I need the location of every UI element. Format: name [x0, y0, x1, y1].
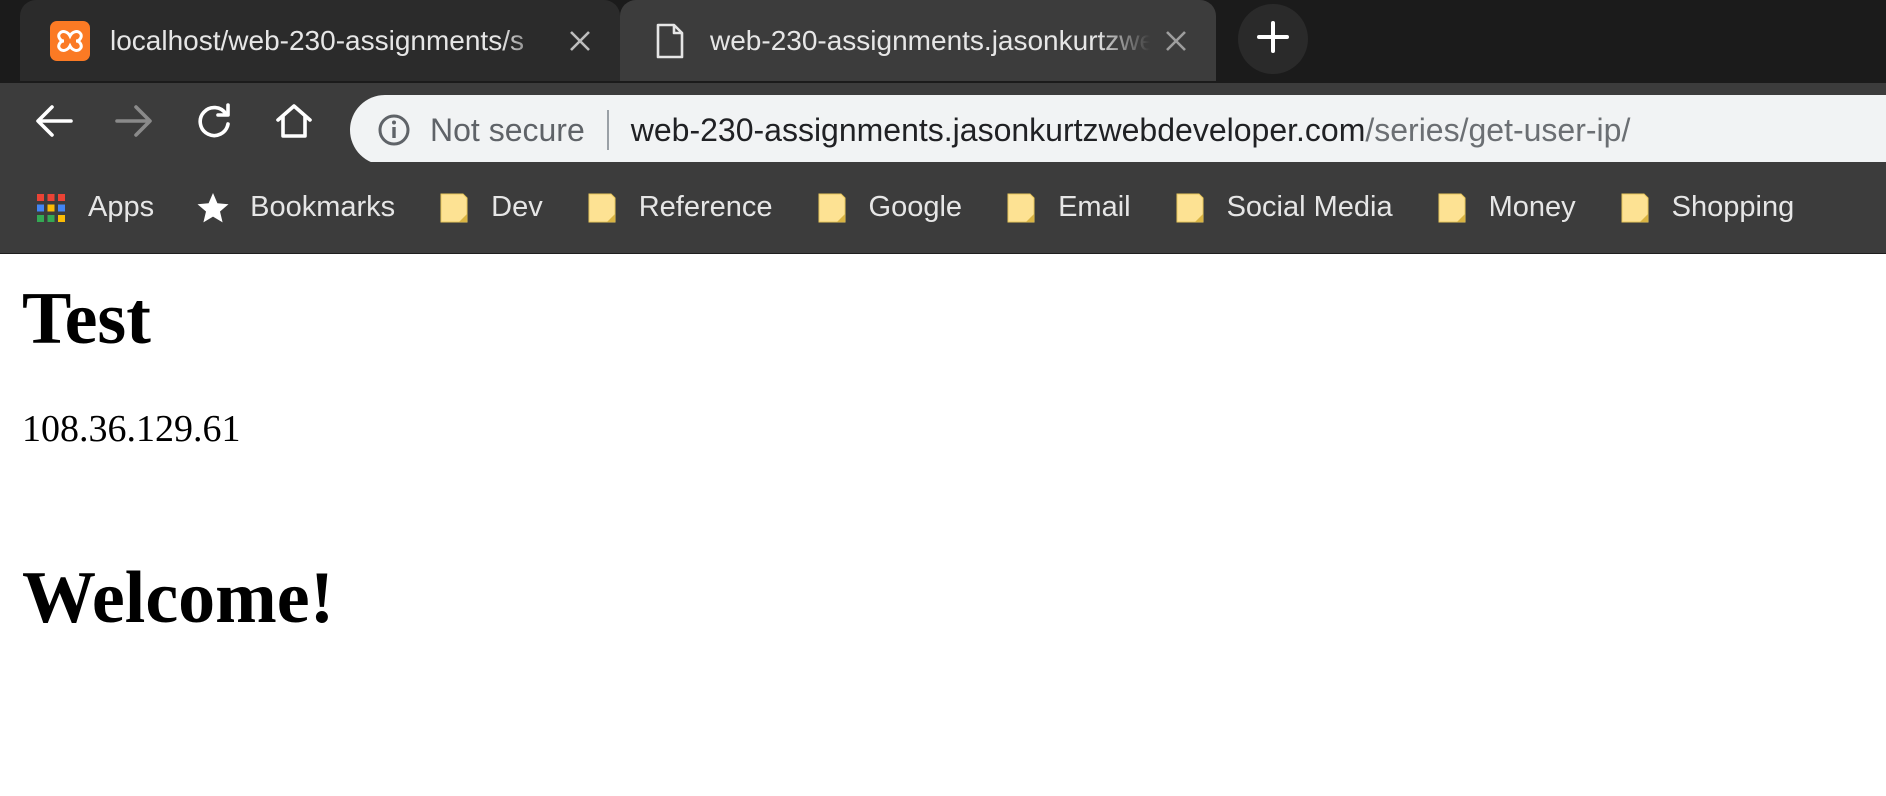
user-ip-address: 108.36.129.61	[22, 407, 241, 450]
folder-icon	[437, 191, 471, 225]
bookmark-label: Dev	[491, 191, 543, 223]
bookmark-label: Apps	[88, 191, 155, 223]
reload-button[interactable]	[188, 97, 240, 149]
folder-icon	[585, 191, 619, 225]
apps-grid-icon	[34, 191, 68, 225]
new-tab-button[interactable]	[1238, 4, 1308, 74]
bookmark-label: Bookmarks	[250, 191, 396, 223]
bookmark-folder-dev[interactable]: Dev	[437, 191, 543, 225]
url-path: /series/get-user-ip/	[1365, 111, 1631, 148]
reload-icon	[195, 102, 233, 145]
bookmark-label: Shopping	[1671, 191, 1795, 223]
bookmark-label: Social Media	[1226, 191, 1393, 223]
back-button[interactable]	[28, 97, 80, 149]
star-icon	[196, 191, 230, 225]
folder-icon	[1618, 191, 1652, 225]
tab-localhost[interactable]: localhost/web-230-assignments/s	[20, 0, 620, 81]
bookmark-folder-money[interactable]: Money	[1435, 191, 1576, 225]
info-icon[interactable]	[376, 112, 412, 148]
url-host: web-230-assignments.jasonkurtzwebdevelop…	[630, 111, 1366, 148]
page-heading: Test	[22, 278, 151, 360]
bookmark-apps[interactable]: Apps	[34, 191, 154, 225]
security-label[interactable]: Not secure	[430, 112, 585, 149]
plus-icon	[1256, 20, 1290, 59]
bookmark-folder-email[interactable]: Email	[1004, 191, 1131, 225]
bookmark-folder-reference[interactable]: Reference	[585, 191, 773, 225]
bookmark-label: Reference	[638, 191, 773, 223]
bookmark-folder-social-media[interactable]: Social Media	[1173, 191, 1393, 225]
folder-icon	[1435, 191, 1469, 225]
browser-toolbar: Not secure web-230-assignments.jasonkurt…	[0, 83, 1886, 165]
bookmarks-bar: Apps Bookmarks Dev Reference Google Emai…	[0, 162, 1886, 254]
tab-title: localhost/web-230-assignments/s	[110, 24, 524, 56]
xampp-icon	[50, 20, 90, 61]
bookmark-bookmarks[interactable]: Bookmarks	[196, 191, 395, 225]
folder-icon	[815, 191, 849, 225]
folder-icon	[1173, 191, 1207, 225]
bookmark-folder-shopping[interactable]: Shopping	[1618, 191, 1795, 225]
bookmark-label: Money	[1488, 191, 1576, 223]
page-icon	[650, 21, 690, 61]
tab-strip: localhost/web-230-assignments/s web-230-…	[0, 0, 1886, 83]
home-icon	[275, 103, 313, 144]
close-tab-icon[interactable]	[1160, 25, 1192, 57]
address-bar[interactable]: Not secure web-230-assignments.jasonkurt…	[350, 95, 1886, 165]
back-arrow-icon	[35, 104, 73, 143]
tab-title: web-230-assignments.jasonkurtzwebdevelop…	[710, 24, 1150, 56]
home-button[interactable]	[268, 97, 320, 149]
bookmark-label: Email	[1058, 191, 1131, 223]
folder-icon	[1004, 191, 1038, 225]
forward-button[interactable]	[108, 97, 160, 149]
omnibox-divider	[606, 110, 609, 150]
bookmark-label: Google	[868, 191, 963, 223]
close-tab-icon[interactable]	[564, 25, 596, 57]
tab-active[interactable]: web-230-assignments.jasonkurtzwebdevelop…	[620, 0, 1216, 81]
bookmark-folder-google[interactable]: Google	[815, 191, 963, 225]
forward-arrow-icon	[115, 104, 153, 143]
welcome-heading: Welcome!	[22, 557, 335, 640]
page-content: Test 108.36.129.61 Welcome!	[0, 254, 1886, 640]
